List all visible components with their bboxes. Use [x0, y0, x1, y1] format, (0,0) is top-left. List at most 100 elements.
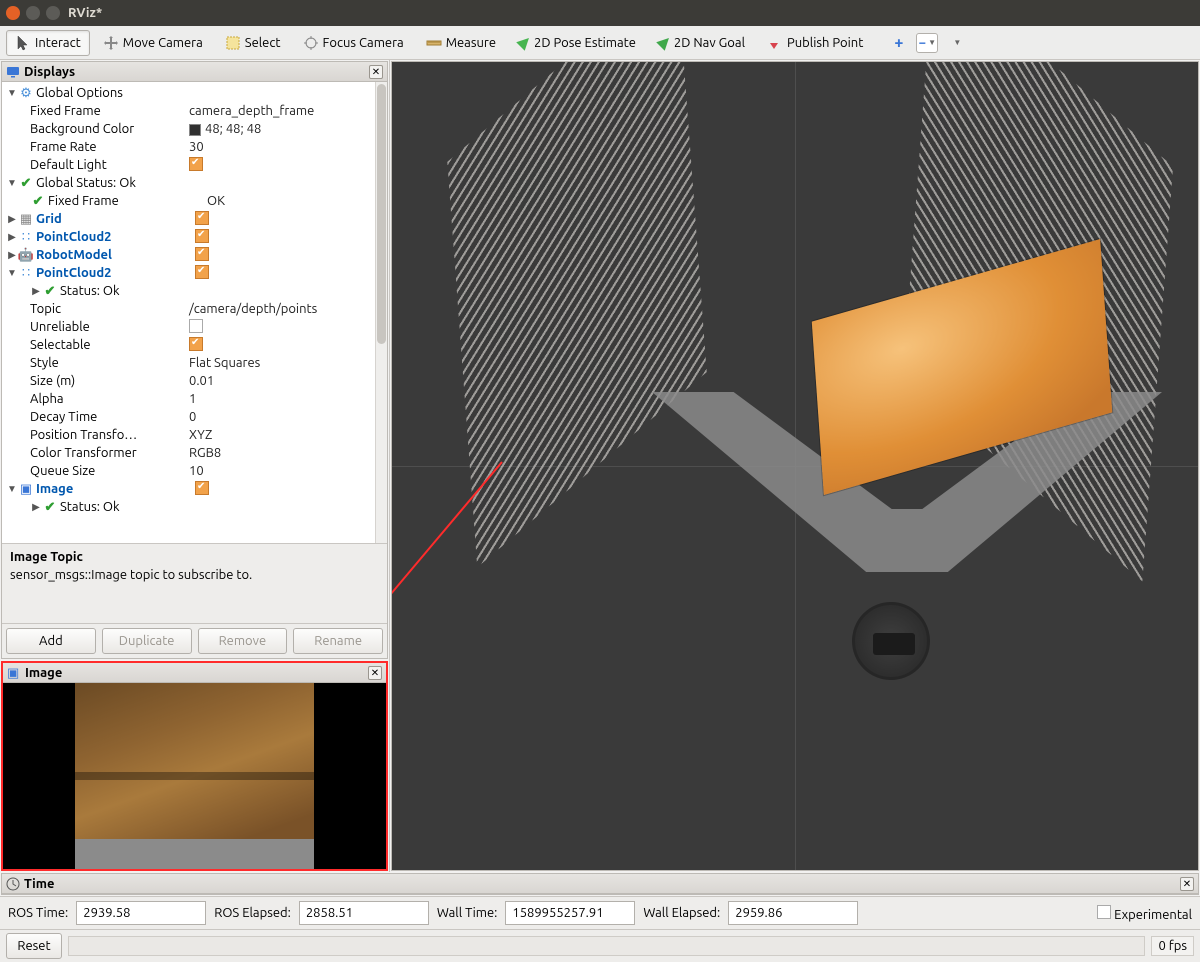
chevron-down-icon: ▼ [928, 38, 936, 47]
remove-button[interactable]: Remove [198, 628, 288, 654]
pointcloud-render [447, 61, 706, 567]
fps-indicator: 0 fps [1151, 936, 1194, 956]
tree-item-pointcloud2-b[interactable]: PointCloud2 [36, 266, 191, 280]
window-close-button[interactable] [6, 6, 20, 20]
nav-goal-tool[interactable]: 2D Nav Goal [649, 31, 754, 55]
time-panel: Time ✕ [1, 873, 1199, 895]
wall-time-field[interactable] [505, 901, 635, 925]
checkbox-checked-icon[interactable] [189, 337, 203, 351]
checkbox-checked-icon[interactable] [195, 247, 209, 261]
tree-item-pointcloud2-a[interactable]: PointCloud2 [36, 230, 191, 244]
add-button[interactable]: Add [6, 628, 96, 654]
ok-check-icon: ✔ [42, 283, 58, 299]
prop-size[interactable]: Size (m) [30, 374, 185, 388]
select-icon [225, 35, 241, 51]
displays-panel: Displays ✕ ▼⚙Global Options Fixed Framec… [1, 61, 388, 659]
grid-icon: ▦ [18, 211, 34, 227]
publish-point-tool[interactable]: Publish Point [758, 30, 872, 56]
cursor-icon [15, 35, 31, 51]
experimental-checkbox[interactable]: Experimental [1097, 905, 1192, 922]
prop-style[interactable]: Style [30, 356, 185, 370]
tree-item-robotmodel[interactable]: RobotModel [36, 248, 191, 262]
prop-unreliable[interactable]: Unreliable [30, 320, 185, 334]
rename-button[interactable]: Rename [293, 628, 383, 654]
checkbox-unchecked-icon [1097, 905, 1111, 919]
scrollbar[interactable] [375, 82, 387, 543]
prop-color-transformer[interactable]: Color Transformer [30, 446, 185, 460]
ros-time-label: ROS Time: [8, 906, 68, 920]
arrow-icon [516, 33, 533, 50]
plus-icon: + [894, 34, 903, 52]
window-title: RViz* [68, 6, 102, 20]
prop-default-light[interactable]: Default Light [30, 158, 185, 172]
main-toolbar: Interact Move Camera Select Focus Camera… [0, 26, 1200, 60]
status-fixed-frame: Fixed Frame [48, 194, 203, 208]
pin-icon [767, 35, 783, 51]
panel-close-button[interactable]: ✕ [369, 65, 383, 79]
prop-frame-rate[interactable]: Frame Rate [30, 140, 185, 154]
ok-check-icon: ✔ [30, 193, 46, 209]
gear-icon: ⚙ [18, 85, 34, 101]
checkbox-checked-icon[interactable] [195, 265, 209, 279]
panel-close-button[interactable]: ✕ [368, 666, 382, 680]
tree-item-image[interactable]: Image [36, 482, 191, 496]
ros-elapsed-field[interactable] [299, 901, 429, 925]
status-pc2[interactable]: Status: Ok [60, 284, 215, 298]
interact-tool[interactable]: Interact [6, 30, 90, 56]
checkbox-checked-icon[interactable] [195, 481, 209, 495]
focus-camera-tool[interactable]: Focus Camera [294, 30, 413, 56]
prop-fixed-frame[interactable]: Fixed Frame [30, 104, 185, 118]
remove-tool-dropdown[interactable]: −▼ [916, 33, 938, 53]
image-icon: ▣ [7, 666, 21, 680]
status-image[interactable]: Status: Ok [60, 500, 215, 514]
color-swatch [189, 124, 201, 136]
checkbox-checked-icon[interactable] [189, 157, 203, 171]
time-panel-header[interactable]: Time ✕ [2, 874, 1198, 894]
prop-alpha[interactable]: Alpha [30, 392, 185, 406]
wall-time-label: Wall Time: [437, 906, 498, 920]
image-icon: ▣ [18, 481, 34, 497]
prop-decay-time[interactable]: Decay Time [30, 410, 185, 424]
duplicate-button[interactable]: Duplicate [102, 628, 192, 654]
tree-item-grid[interactable]: Grid [36, 212, 191, 226]
add-tool-button[interactable]: + [885, 29, 912, 57]
prop-background-color[interactable]: Background Color [30, 122, 185, 136]
move-camera-tool[interactable]: Move Camera [94, 30, 212, 56]
checkbox-unchecked-icon[interactable] [189, 319, 203, 333]
robot-icon: 🤖 [18, 247, 34, 263]
minus-icon: − [919, 36, 926, 50]
window-minimize-button[interactable] [26, 6, 40, 20]
select-tool[interactable]: Select [216, 30, 290, 56]
ruler-icon [426, 35, 442, 51]
move-icon [103, 35, 119, 51]
wall-elapsed-field[interactable] [728, 901, 858, 925]
prop-queue-size[interactable]: Queue Size [30, 464, 185, 478]
window-maximize-button[interactable] [46, 6, 60, 20]
status-message-area [68, 936, 1145, 956]
tree-item-global-status[interactable]: Global Status: Ok [36, 176, 191, 190]
clock-icon [6, 877, 20, 891]
prop-topic[interactable]: Topic [30, 302, 185, 316]
3d-viewport[interactable] [391, 61, 1199, 871]
reset-button[interactable]: Reset [6, 933, 62, 959]
time-values-row: ROS Time: ROS Elapsed: Wall Time: Wall E… [0, 896, 1200, 929]
ros-elapsed-label: ROS Elapsed: [214, 906, 291, 920]
tree-item-global-options[interactable]: Global Options [36, 86, 191, 100]
ok-check-icon: ✔ [42, 499, 58, 515]
status-bar: Reset 0 fps [0, 929, 1200, 962]
pose-estimate-tool[interactable]: 2D Pose Estimate [509, 31, 645, 55]
displays-panel-header[interactable]: Displays ✕ [2, 62, 387, 82]
image-panel-header[interactable]: ▣ Image ✕ [3, 663, 386, 683]
prop-position-transformer[interactable]: Position Transfo… [30, 428, 185, 442]
panel-close-button[interactable]: ✕ [1180, 877, 1194, 891]
displays-tree[interactable]: ▼⚙Global Options Fixed Framecamera_depth… [2, 82, 387, 543]
measure-tool[interactable]: Measure [417, 30, 505, 56]
ros-time-field[interactable] [76, 901, 206, 925]
prop-selectable[interactable]: Selectable [30, 338, 185, 352]
checkbox-checked-icon[interactable] [195, 229, 209, 243]
image-panel: ▣ Image ✕ [1, 661, 388, 871]
view-dropdown[interactable]: ▼ [942, 30, 966, 56]
window-titlebar: RViz* [0, 0, 1200, 26]
checkbox-checked-icon[interactable] [195, 211, 209, 225]
robot-model [852, 602, 930, 680]
